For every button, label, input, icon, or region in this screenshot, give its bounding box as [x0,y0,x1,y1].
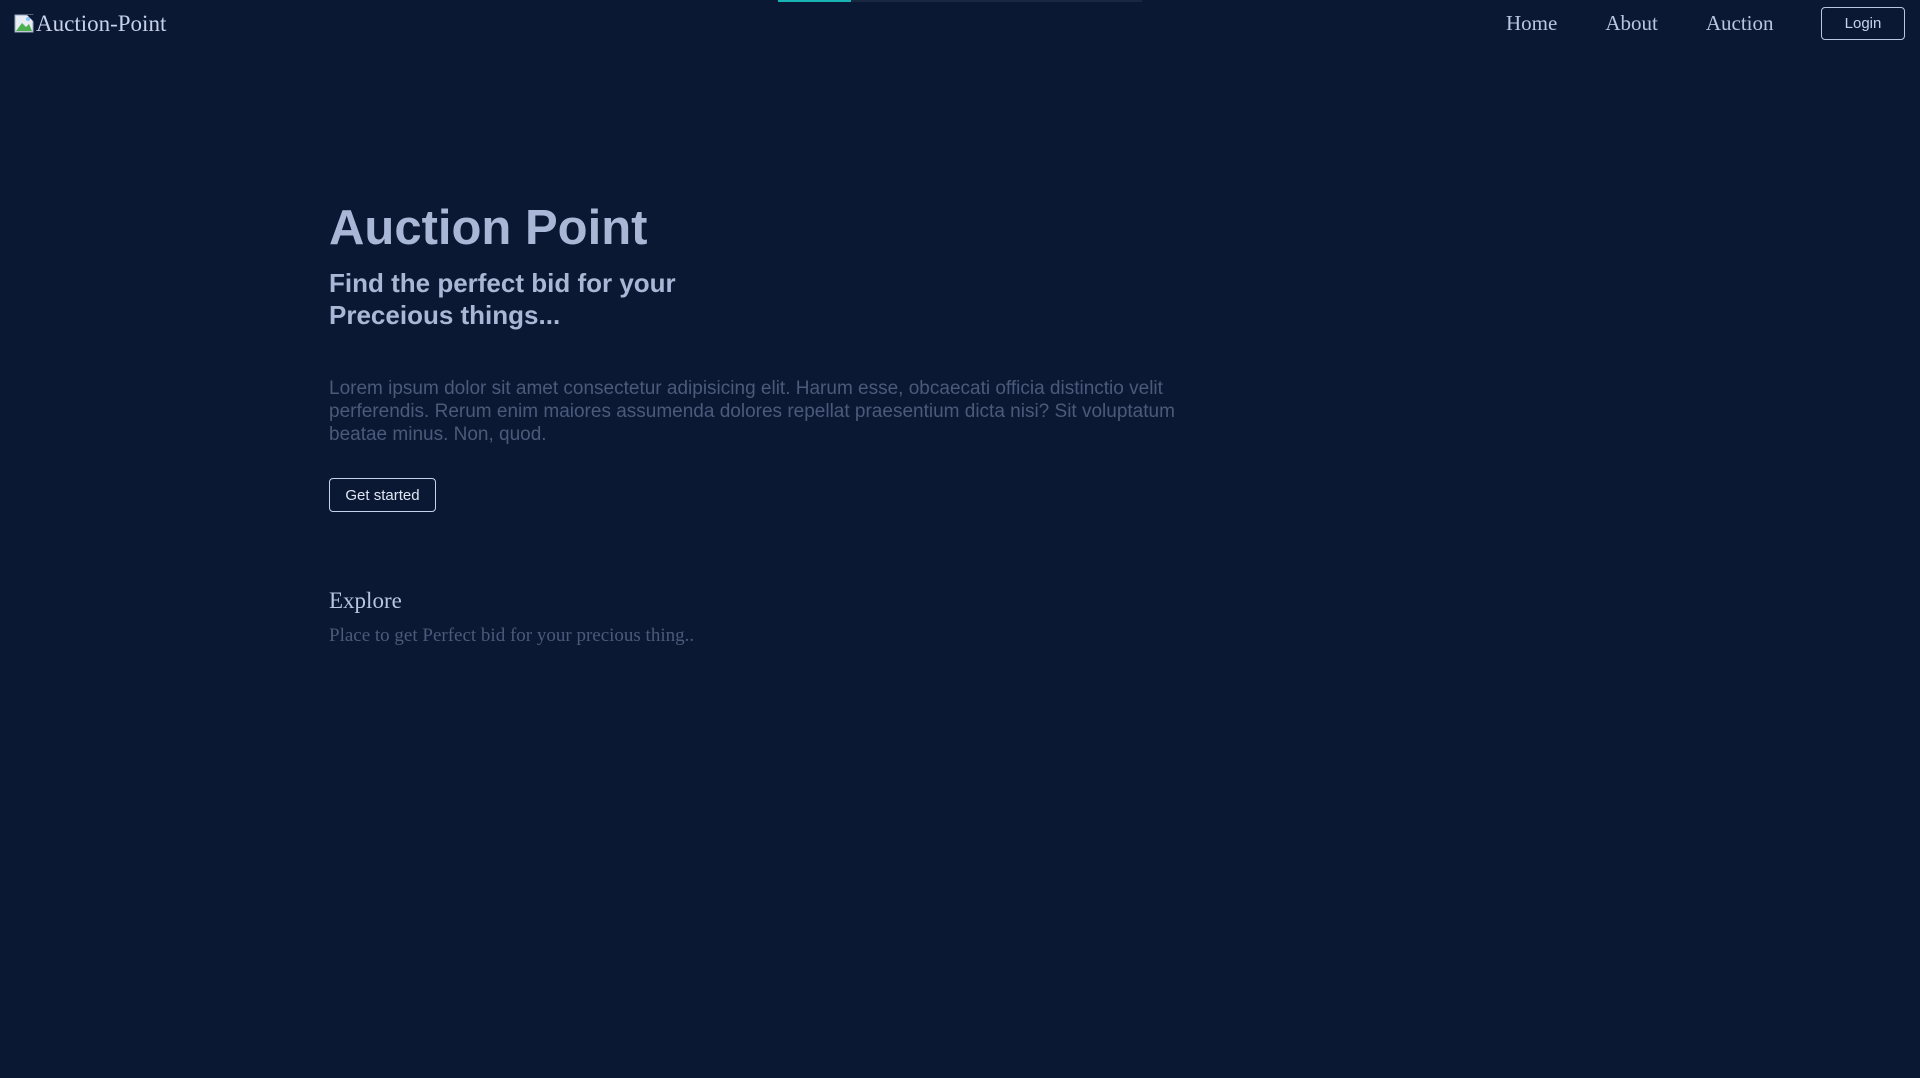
nav-link-auction[interactable]: Auction [1706,9,1774,37]
login-button[interactable]: Login [1821,7,1905,40]
hero-subtitle: Find the perfect bid for your Preceious … [329,268,676,330]
explore-text: Place to get Perfect bid for your precio… [329,625,695,646]
explore-title: Explore [329,588,402,613]
navbar: Auction-Point Home About Auction Login [0,0,1920,46]
nav-link-home[interactable]: Home [1506,9,1557,37]
get-started-button[interactable]: Get started [329,478,436,512]
nav-link-about[interactable]: About [1605,9,1658,37]
site-logo-alt-text: Auction-Point [36,11,167,36]
hero-body-text: Lorem ipsum dolor sit amet consectetur a… [329,378,1175,445]
nav-links: Home About Auction [1506,9,1821,37]
hero-title: Auction Point [329,201,648,255]
hero-section: Auction Point Find the perfect bid for y… [329,198,1229,512]
site-logo[interactable]: Auction-Point [14,10,166,38]
explore-section: Explore Place to get Perfect bid for you… [329,586,694,648]
broken-image-icon [14,13,36,35]
